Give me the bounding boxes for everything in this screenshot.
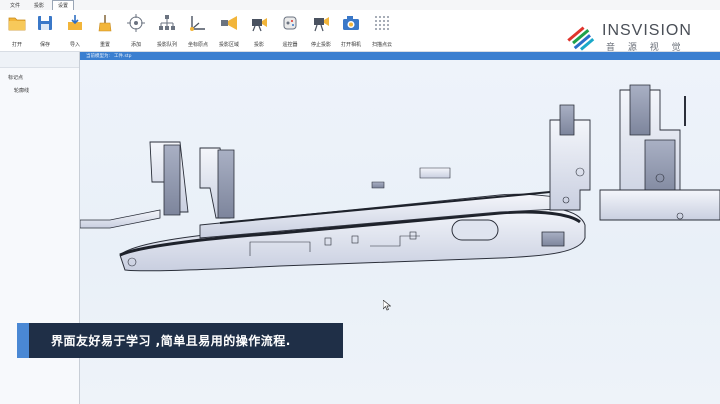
tree-item-contour[interactable]: 轮廓线 bbox=[14, 87, 79, 94]
import-icon bbox=[68, 15, 82, 30]
origin-button[interactable]: 坐标原点 bbox=[181, 13, 215, 51]
projection-area-label: 投影区域 bbox=[218, 42, 239, 48]
open-camera-label: 打开相机 bbox=[340, 42, 361, 48]
import-button-label: 导入 bbox=[69, 42, 80, 48]
menu-settings[interactable]: 设置 bbox=[52, 0, 75, 11]
breadcrumb: 当前模型为: 工件.stp bbox=[80, 52, 720, 60]
open-button-label: 打开 bbox=[11, 42, 22, 48]
brand-name: INSVISION bbox=[602, 22, 692, 39]
tree-item-label: 标记点 bbox=[8, 75, 24, 81]
add-point-icon bbox=[127, 14, 145, 32]
reset-button[interactable]: 重置 bbox=[88, 13, 122, 51]
open-camera-button[interactable]: 打开相机 bbox=[334, 13, 368, 51]
add-button-label: 添加 bbox=[130, 42, 141, 48]
projector-icon bbox=[252, 18, 267, 32]
broom-icon bbox=[98, 15, 112, 32]
projection-button[interactable]: 投影 bbox=[242, 13, 276, 51]
camera-icon bbox=[343, 16, 359, 30]
menu-bar: 文件 投影 设置 bbox=[0, 0, 720, 11]
projection-area-icon bbox=[221, 16, 237, 30]
breadcrumb-label: 当前模型为: bbox=[86, 54, 111, 59]
scan-point-cloud-button[interactable]: 扫描点云 bbox=[365, 13, 399, 51]
point-cloud-icon bbox=[375, 16, 389, 30]
reset-button-label: 重置 bbox=[99, 42, 110, 48]
projection-queue-label: 投影队列 bbox=[156, 42, 177, 48]
mouse-cursor-icon bbox=[383, 300, 391, 311]
menu-file[interactable]: 文件 bbox=[4, 0, 26, 11]
remote-icon bbox=[283, 16, 297, 30]
remote-button-label: 遥控器 bbox=[282, 42, 298, 48]
tree-item-label: 轮廓线 bbox=[14, 88, 30, 94]
origin-button-label: 坐标原点 bbox=[187, 42, 208, 48]
projection-button-label: 投影 bbox=[253, 42, 264, 48]
remote-button[interactable]: 遥控器 bbox=[273, 13, 307, 51]
projection-queue-icon bbox=[159, 15, 175, 30]
menu-projection[interactable]: 投影 bbox=[28, 0, 50, 11]
subtitle-banner-inner: 界面友好易于学习 ,简单且易用的操作流程. bbox=[29, 323, 343, 358]
sidebar-header bbox=[0, 52, 79, 68]
stop-projection-icon bbox=[314, 17, 329, 32]
save-button-label: 保存 bbox=[39, 42, 50, 48]
origin-icon bbox=[190, 16, 205, 31]
import-button[interactable]: 导入 bbox=[58, 13, 92, 51]
scan-point-cloud-label: 扫描点云 bbox=[371, 42, 392, 48]
tree-item-markers[interactable]: 标记点 bbox=[8, 74, 79, 81]
brand-logo-area: INSVISION 音 源 视 觉 bbox=[566, 22, 706, 53]
breadcrumb-model[interactable]: 工件.stp bbox=[114, 53, 131, 59]
save-button[interactable]: 保存 bbox=[28, 13, 62, 51]
projection-queue-button[interactable]: 投影队列 bbox=[150, 13, 184, 51]
projection-area-button[interactable]: 投影区域 bbox=[212, 13, 246, 51]
subtitle-banner: 界面友好易于学习 ,简单且易用的操作流程. bbox=[17, 323, 343, 358]
stop-projection-label: 停止投影 bbox=[310, 42, 331, 48]
subtitle-text: 界面友好易于学习 ,简单且易用的操作流程. bbox=[51, 334, 291, 348]
save-icon bbox=[38, 16, 52, 30]
folder-icon bbox=[8, 17, 26, 31]
add-button[interactable]: 添加 bbox=[119, 13, 153, 51]
insvision-logo-icon bbox=[567, 26, 595, 51]
stop-projection-button[interactable]: 停止投影 bbox=[304, 13, 338, 51]
